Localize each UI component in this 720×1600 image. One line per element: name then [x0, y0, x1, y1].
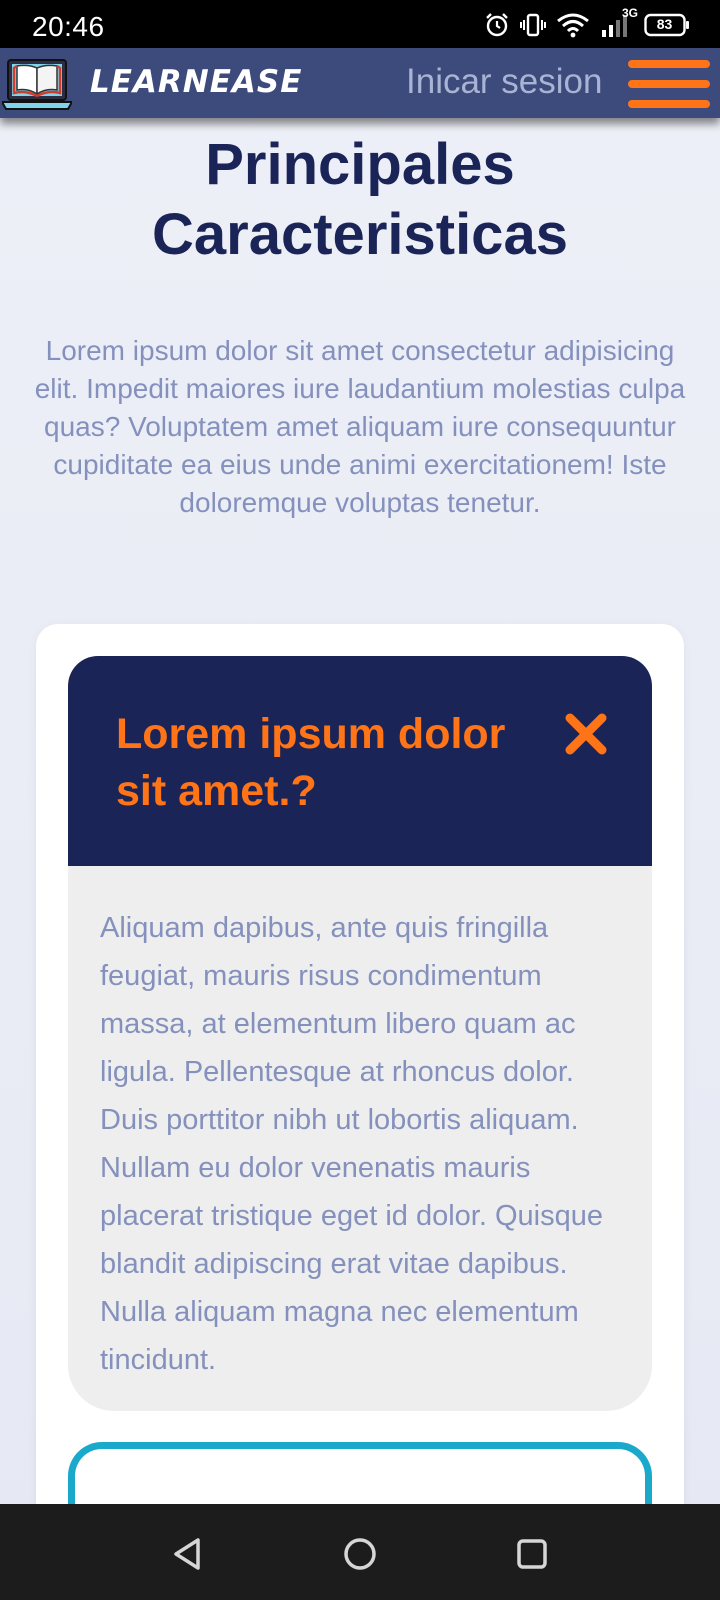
alarm-icon: [484, 12, 510, 38]
signal-icon: 3G: [600, 6, 638, 38]
system-nav-bar: [0, 1504, 720, 1600]
faq-question: Lorem ipsum dolor sit amet.?: [116, 710, 506, 815]
home-icon[interactable]: [340, 1534, 380, 1574]
faq-answer: Aliquam dapibus, ante quis fringilla feu…: [68, 866, 652, 1411]
recents-icon[interactable]: [512, 1534, 552, 1574]
status-bar: 20:46 3G 83: [0, 0, 720, 48]
faq-item: Lorem ipsum dolor sit amet.? Aliquam dap…: [68, 656, 652, 1411]
hamburger-line: [628, 100, 710, 108]
vibrate-icon: [520, 12, 546, 38]
battery-level: 83: [656, 16, 673, 32]
login-link[interactable]: Inicar sesion: [406, 62, 602, 102]
hamburger-line: [628, 80, 710, 88]
battery-icon: 83: [644, 13, 690, 37]
page-title: Principales Caracteristicas: [152, 132, 568, 267]
hamburger-line: [628, 60, 710, 68]
network-label: 3G: [622, 6, 639, 20]
faq-question-header[interactable]: Lorem ipsum dolor sit amet.?: [68, 656, 652, 866]
close-icon[interactable]: [564, 712, 608, 756]
book-laptop-logo[interactable]: [0, 54, 74, 112]
brand-name: LEARNEASE: [90, 64, 303, 100]
faq-card: Lorem ipsum dolor sit amet.? Aliquam dap…: [36, 624, 684, 1600]
app-header: LEARNEASE Inicar sesion: [0, 48, 720, 118]
intro-text: Lorem ipsum dolor sit amet consectetur a…: [34, 335, 686, 518]
app-screen: 20:46 3G 83 LEARNEASE Inicar sesion Prin…: [0, 0, 720, 1600]
status-icons: 3G 83: [484, 6, 690, 38]
status-time: 20:46: [32, 11, 105, 42]
wifi-icon: [556, 12, 590, 38]
back-icon[interactable]: [168, 1534, 208, 1574]
hamburger-menu-icon[interactable]: [628, 60, 710, 110]
